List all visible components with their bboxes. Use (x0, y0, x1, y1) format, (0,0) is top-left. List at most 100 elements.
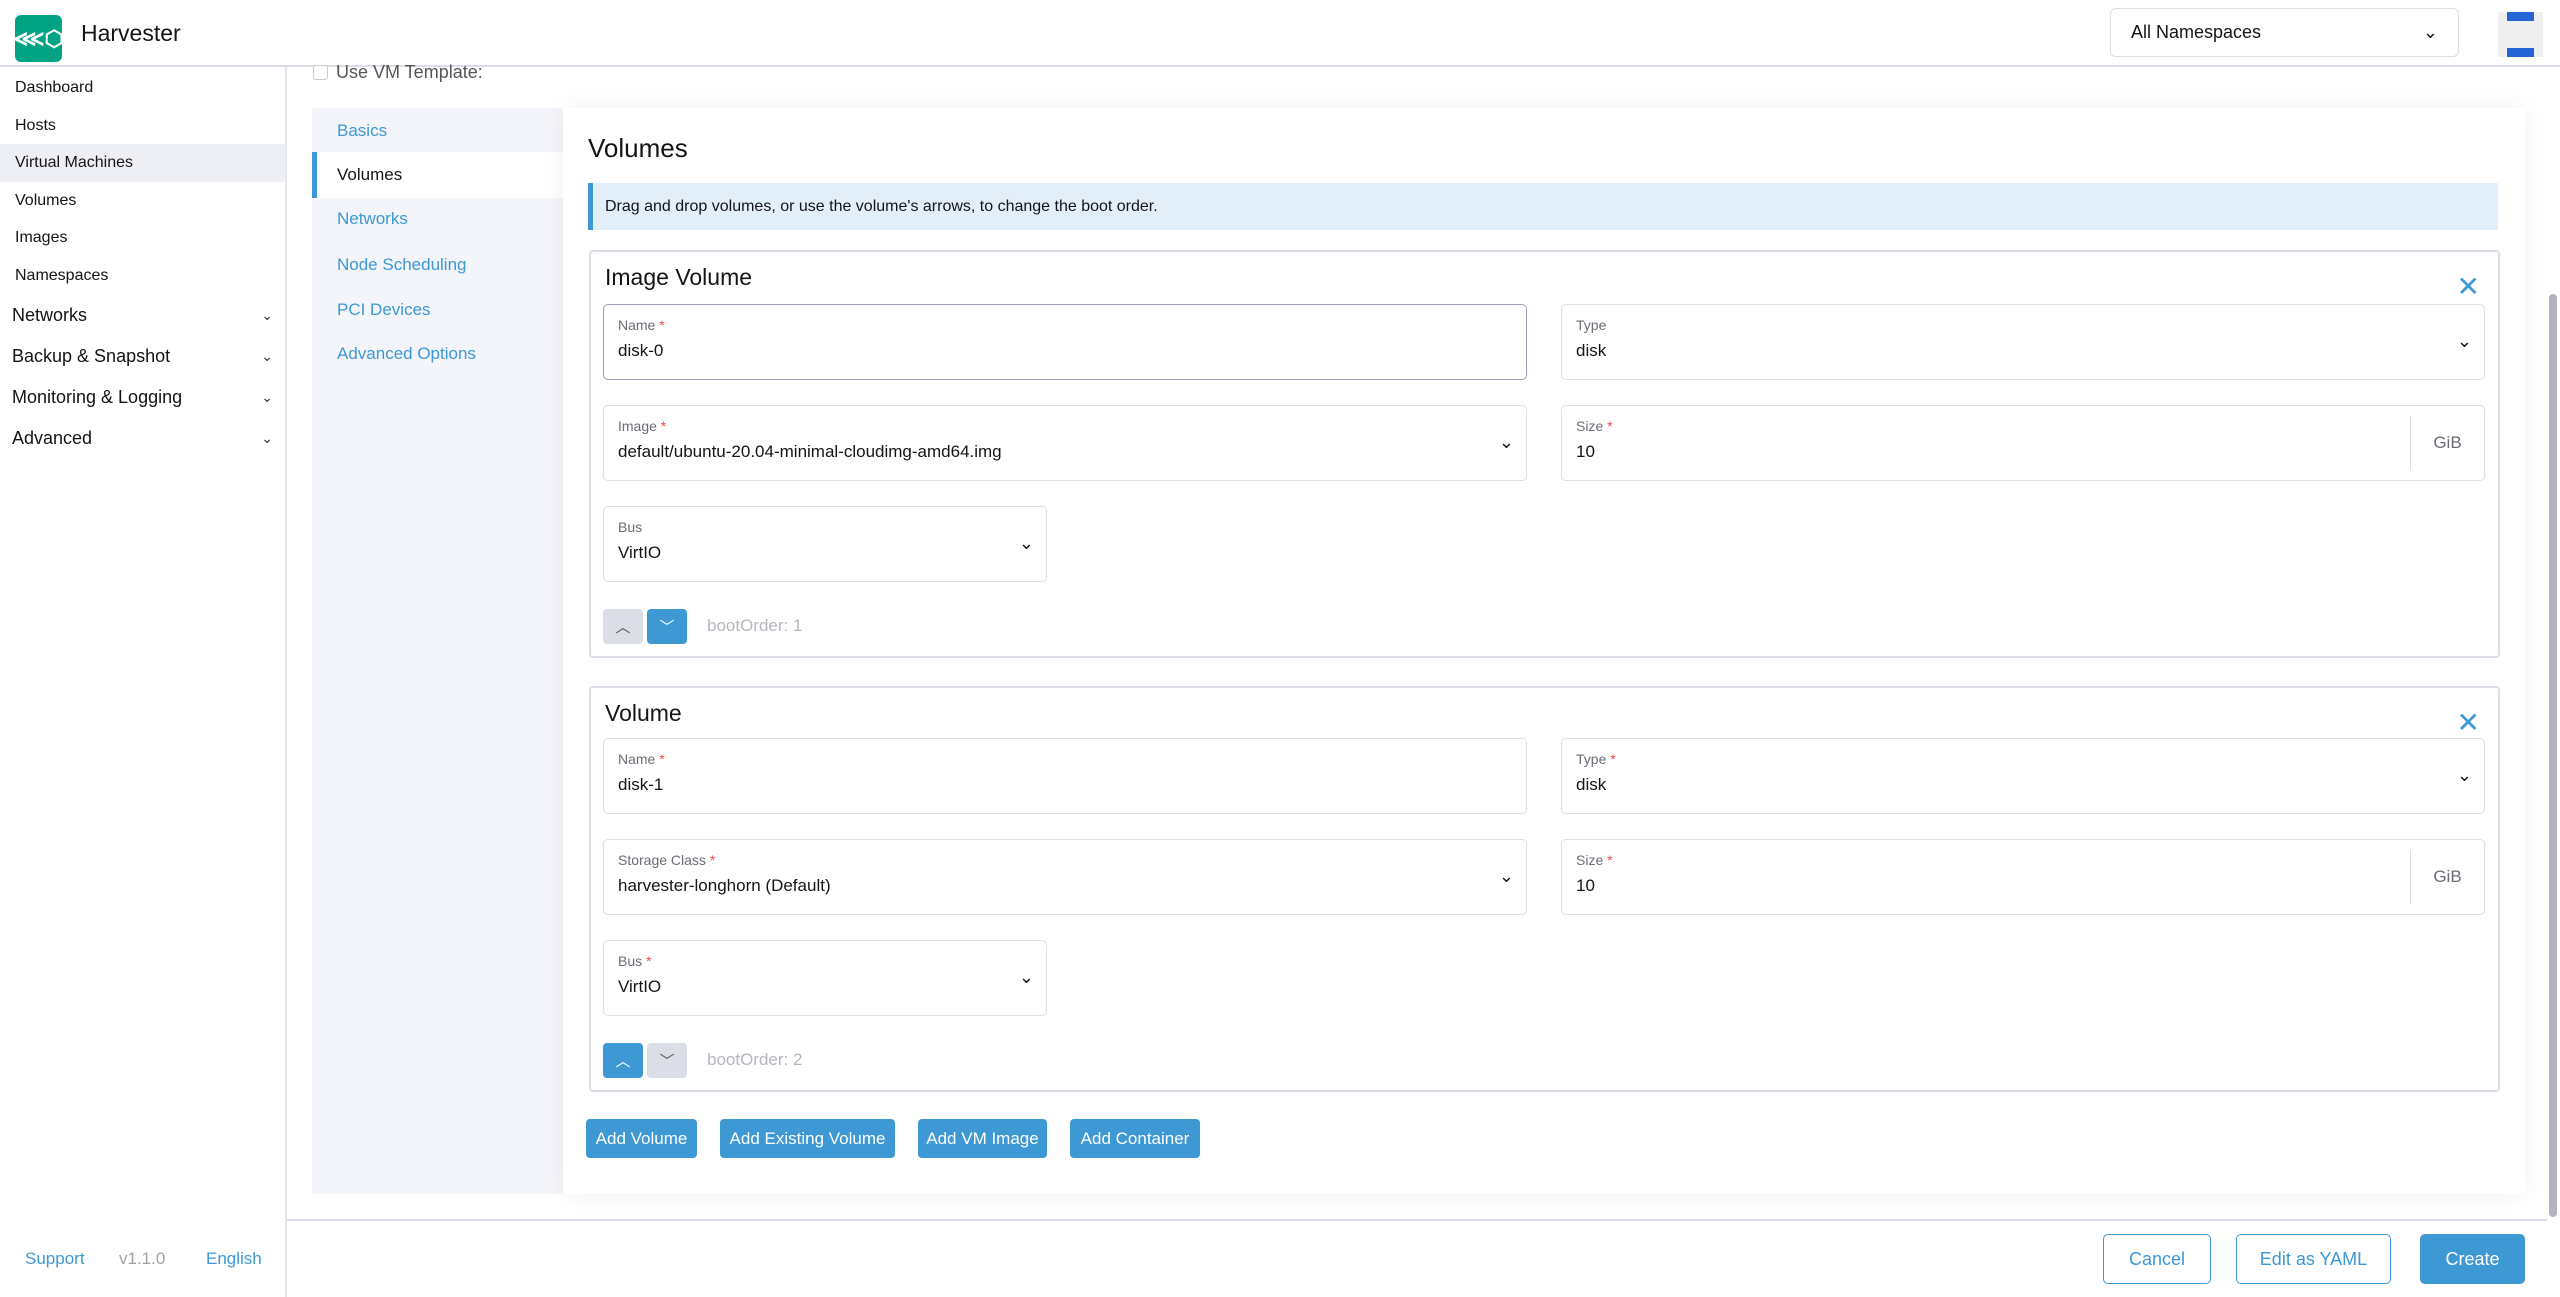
footer-divider (287, 1219, 2547, 1221)
language-link[interactable]: English (206, 1249, 262, 1269)
tab-pci-devices[interactable]: PCI Devices (312, 287, 563, 333)
close-icon[interactable]: ✕ (2457, 270, 2480, 303)
move-down-button[interactable]: ﹀ (647, 609, 687, 644)
namespace-value: All Namespaces (2131, 22, 2262, 42)
tab-basics[interactable]: Basics (312, 108, 563, 154)
create-button[interactable]: Create (2420, 1234, 2525, 1284)
field-label: Type (1576, 317, 1607, 333)
harvester-logo[interactable]: ⋘⬡ (13, 15, 64, 62)
storage-class-select[interactable]: Storage Class * harvester-longhorn (Defau… (603, 839, 1527, 915)
cancel-button[interactable]: Cancel (2103, 1234, 2211, 1284)
sidebar: Dashboard Hosts Virtual Machines Volumes… (0, 67, 287, 1297)
sidebar-group-networks[interactable]: Networks ⌄ (0, 296, 285, 334)
chevron-down-icon: ⌄ (261, 388, 273, 405)
image-select[interactable]: Image * default/ubuntu-20.04-minimal-clou… (603, 405, 1527, 481)
chevron-down-icon: ﹀ (659, 1053, 675, 1070)
sidebar-item-images[interactable]: Images (0, 219, 285, 257)
field-label: Name (618, 317, 656, 333)
move-up-button[interactable]: ︿ (603, 609, 643, 644)
version-label: v1.1.0 (119, 1249, 166, 1268)
tab-advanced-options[interactable]: Advanced Options (312, 331, 563, 377)
app-title: Harvester (81, 20, 181, 46)
add-existing-volume-button[interactable]: Add Existing Volume (720, 1119, 895, 1158)
page-title: Volumes (588, 133, 688, 163)
chevron-down-icon: ⌄ (1018, 533, 1034, 553)
field-value: VirtIO (618, 977, 662, 996)
group-label: Networks (12, 304, 88, 325)
card-title: Image Volume (605, 264, 753, 290)
name-input[interactable]: Name * disk-1 (603, 738, 1527, 814)
type-select[interactable]: Type disk ⌄ (1561, 304, 2485, 380)
field-value: disk (1576, 341, 1607, 360)
tab-networks[interactable]: Networks (312, 196, 563, 242)
checkbox-label: Use VM Template: (336, 62, 483, 82)
size-input[interactable]: Size * 10 GiB (1561, 839, 2485, 915)
field-label: Image (618, 418, 657, 434)
field-value: disk-0 (618, 341, 664, 360)
card-title: Volume (605, 700, 682, 726)
chevron-up-icon: ︿ (615, 619, 631, 636)
group-label: Advanced (12, 427, 93, 448)
namespace-select[interactable]: All Namespaces ⌄ (2110, 8, 2459, 57)
group-label: Monitoring & Logging (12, 386, 183, 407)
field-label: Size (1576, 418, 1604, 434)
sidebar-item-virtual-machines[interactable]: Virtual Machines (0, 144, 285, 182)
chevron-down-icon: ⌄ (1018, 967, 1034, 987)
edit-as-yaml-button[interactable]: Edit as YAML (2236, 1234, 2391, 1284)
field-value: 10 (1576, 876, 1595, 895)
name-input[interactable]: Name * disk-0 (603, 304, 1527, 380)
field-label: Size (1576, 852, 1604, 868)
sidebar-group-backup[interactable]: Backup & Snapshot ⌄ (0, 337, 285, 375)
form-tabs: Basics Volumes Networks Node Scheduling … (312, 108, 563, 1194)
add-volume-button[interactable]: Add Volume (586, 1119, 697, 1158)
info-banner: Drag and drop volumes, or use the volume… (588, 183, 2498, 230)
checkbox[interactable] (313, 65, 328, 80)
field-value: 10 (1576, 442, 1595, 461)
chevron-up-icon: ︿ (615, 1053, 631, 1070)
chevron-down-icon: ﹀ (659, 619, 675, 636)
sidebar-group-advanced[interactable]: Advanced ⌄ (0, 419, 285, 457)
field-value: disk-1 (618, 775, 664, 794)
field-label: Type (1576, 751, 1607, 767)
size-unit: GiB (2410, 850, 2484, 904)
field-label: Storage Class (618, 852, 706, 868)
close-icon[interactable]: ✕ (2457, 706, 2480, 739)
chevron-down-icon: ⌄ (261, 429, 273, 446)
add-vm-image-button[interactable]: Add VM Image (918, 1119, 1047, 1158)
sidebar-item-namespaces[interactable]: Namespaces (0, 257, 285, 295)
user-avatar[interactable] (2498, 12, 2543, 57)
boot-order: bootOrder: 2 (707, 1050, 803, 1069)
tab-volumes[interactable]: Volumes (312, 152, 563, 198)
sidebar-item-dashboard[interactable]: Dashboard (0, 69, 285, 107)
chevron-down-icon: ⌄ (261, 306, 273, 323)
group-label: Backup & Snapshot (12, 345, 171, 366)
scrollbar[interactable] (2549, 294, 2557, 1217)
bus-select[interactable]: Bus * VirtIO ⌄ (603, 940, 1047, 1016)
add-container-button[interactable]: Add Container (1070, 1119, 1200, 1158)
sidebar-item-volumes[interactable]: Volumes (0, 182, 285, 220)
field-value: harvester-longhorn (Default) (618, 876, 831, 895)
field-value: disk (1576, 775, 1607, 794)
size-input[interactable]: Size * 10 GiB (1561, 405, 2485, 481)
use-vm-template-checkbox[interactable]: Use VM Template: (313, 62, 483, 83)
volume-card-image: Image Volume ✕ Name * disk-0 Type disk ⌄ Im… (589, 250, 2500, 658)
move-up-button[interactable]: ︿ (603, 1043, 643, 1078)
chevron-down-icon: ⌄ (261, 347, 273, 364)
support-link[interactable]: Support (25, 1249, 85, 1269)
chevron-down-icon: ⌄ (2422, 22, 2438, 42)
field-value: VirtIO (618, 543, 662, 562)
field-value: default/ubuntu-20.04-minimal-cloudimg-am… (618, 442, 1002, 461)
sidebar-group-monitoring[interactable]: Monitoring & Logging ⌄ (0, 378, 285, 416)
size-unit: GiB (2410, 416, 2484, 470)
type-select[interactable]: Type * disk ⌄ (1561, 738, 2485, 814)
field-label: Bus (618, 519, 643, 535)
sidebar-item-hosts[interactable]: Hosts (0, 107, 285, 145)
move-down-button[interactable]: ﹀ (647, 1043, 687, 1078)
bus-select[interactable]: Bus VirtIO ⌄ (603, 506, 1047, 582)
tab-node-scheduling[interactable]: Node Scheduling (312, 242, 563, 288)
chevron-down-icon: ⌄ (1498, 432, 1514, 452)
boot-order: bootOrder: 1 (707, 616, 803, 635)
field-label: Bus (618, 953, 643, 969)
chevron-down-icon: ⌄ (2456, 765, 2472, 785)
top-header: ⋘⬡ Harvester All Namespaces ⌄ (0, 0, 2560, 67)
